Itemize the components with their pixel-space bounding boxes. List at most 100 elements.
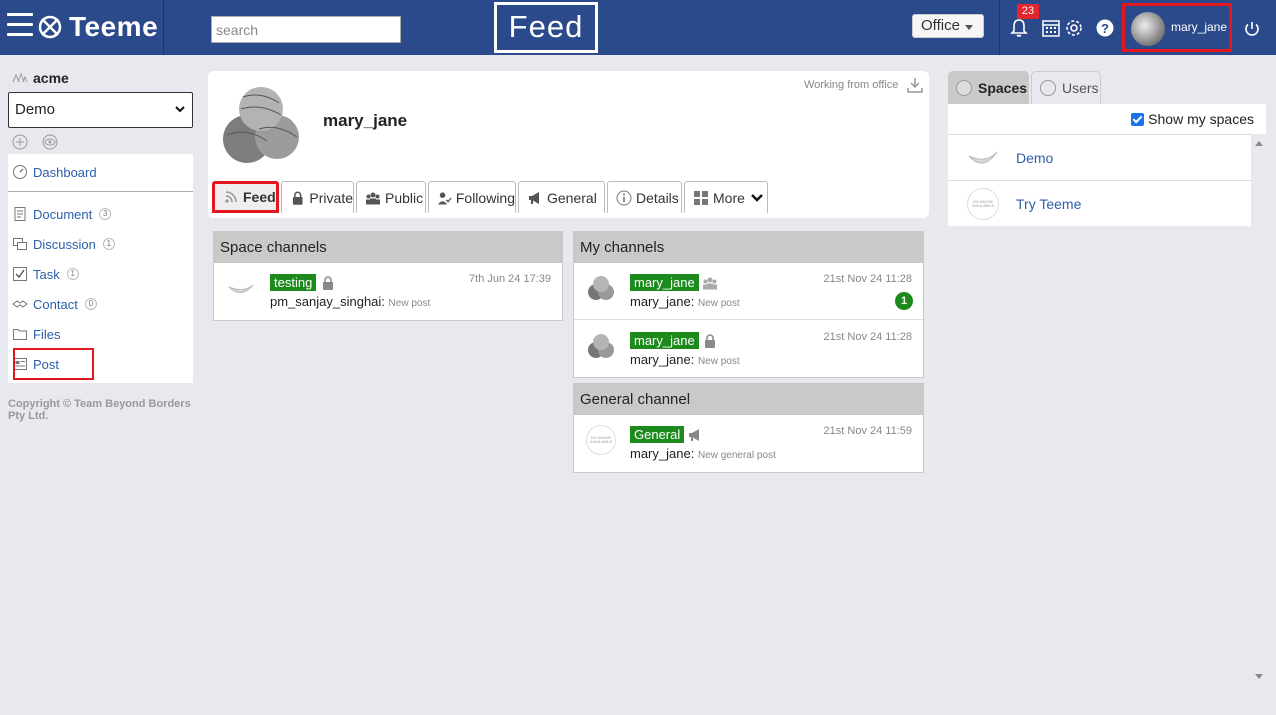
sidebar-item-document[interactable]: Document 3 [12, 203, 112, 225]
scroll-up-icon[interactable] [1255, 141, 1263, 146]
info-icon [616, 190, 632, 205]
sidebar-item-label: Files [33, 326, 61, 342]
tab-feed[interactable]: Feed [212, 181, 279, 213]
checkbox-checked-icon [1131, 112, 1145, 126]
calendar-icon[interactable] [1041, 18, 1061, 38]
profile-avatar[interactable] [215, 79, 307, 171]
item-count-badge: 1 [102, 238, 115, 250]
sidebar-item-contact[interactable]: Contact 0 [12, 293, 97, 315]
list-item[interactable]: NO IMAGE AVAILABLE Try Teeme [948, 180, 1251, 226]
channel-avatar [228, 284, 254, 293]
grid-icon [694, 190, 708, 205]
power-icon[interactable] [1243, 20, 1261, 38]
contact-icon [12, 300, 28, 308]
location-mode-select[interactable]: Office [912, 14, 984, 38]
hamburger-menu-icon[interactable] [7, 13, 33, 37]
post-author: mary_jane: New post [630, 294, 740, 309]
tab-label: More [713, 189, 745, 206]
scrollbar[interactable] [1252, 134, 1266, 684]
tab-general[interactable]: General [518, 181, 605, 213]
sidebar-item-files[interactable]: Files [12, 323, 60, 345]
timestamp: 7th Jun 24 17:39 [469, 273, 551, 285]
tab-more[interactable]: More [684, 181, 768, 213]
item-count-badge: 3 [99, 208, 112, 220]
view-icon[interactable] [41, 134, 59, 150]
discussion-icon [13, 238, 27, 250]
sidebar-item-label: Dashboard [33, 164, 97, 180]
sidebar-item-label: Discussion [33, 236, 96, 252]
work-status: Working from office [804, 79, 899, 91]
lock-icon [292, 191, 303, 205]
space-avatar [968, 151, 998, 163]
tab-details[interactable]: Details [607, 181, 682, 213]
post-author: mary_jane: New post [630, 352, 740, 367]
space-select[interactable]: Demo [8, 92, 193, 128]
search-input[interactable] [211, 16, 401, 43]
channel-tag: mary_jane [630, 274, 699, 291]
help-icon[interactable]: ? [1095, 18, 1115, 38]
spaces-list: Demo NO IMAGE AVAILABLE Try Teeme [948, 134, 1251, 226]
sidebar-item-label: Contact [33, 296, 78, 312]
post-note: New post [697, 298, 740, 309]
megaphone-icon [529, 191, 539, 204]
bell-icon[interactable] [1009, 18, 1029, 38]
tab-label: Private [309, 189, 353, 206]
space-name: Demo [1016, 149, 1054, 166]
tab-public[interactable]: Public [356, 181, 426, 213]
list-item[interactable]: Demo [948, 134, 1251, 180]
follow-icon [437, 191, 452, 205]
notification-count-badge: 23 [1017, 4, 1039, 19]
channel-row[interactable]: mary_jane mary_jane: New post 21st Nov 2… [574, 263, 923, 320]
divider [999, 0, 1000, 55]
timestamp: 21st Nov 24 11:28 [823, 331, 912, 343]
scroll-down-icon[interactable] [1255, 674, 1263, 679]
channel-row[interactable]: mary_jane mary_jane: New post 21st Nov 2… [574, 321, 923, 378]
sidebar-item-discussion[interactable]: Discussion 1 [12, 233, 115, 255]
app-logo[interactable]: Teeme [37, 11, 158, 43]
sidebar-item-task[interactable]: Task 1 [12, 263, 79, 285]
chevron-down-icon [965, 25, 973, 30]
sidebar-item-dashboard[interactable]: Dashboard [12, 161, 97, 183]
channel-tag: General [630, 426, 685, 443]
chevron-down-icon [175, 106, 185, 113]
tab-following[interactable]: Following [428, 181, 516, 213]
tab-label: Following [455, 189, 515, 206]
channel-row[interactable]: testing pm_sanjay_singhai: New post 7th … [214, 263, 562, 320]
author-name: mary_jane [630, 294, 691, 309]
post-author: pm_sanjay_singhai: New post [270, 294, 431, 309]
profile-card: mary_jane Working from office Feed Priva… [208, 71, 929, 218]
users-icon [366, 192, 380, 204]
tab-spaces[interactable]: Spaces [948, 71, 1029, 104]
general-channel-panel: General channel NO IMAGE AVAILABLE Gener… [573, 383, 924, 473]
author-name: mary_jane [630, 352, 691, 367]
tab-private[interactable]: Private [281, 181, 354, 213]
users-icon [703, 277, 717, 290]
download-icon[interactable] [906, 76, 924, 94]
timestamp: 21st Nov 24 11:28 [823, 273, 912, 285]
post-highlight-box [13, 348, 94, 380]
post-note: New general post [697, 450, 776, 461]
gear-icon[interactable] [1064, 18, 1084, 38]
lock-icon [323, 276, 333, 290]
avatar [1131, 12, 1165, 46]
item-count-badge: 1 [66, 268, 79, 280]
author-name: pm_sanjay_singhai [270, 294, 382, 309]
tab-label: Public [385, 189, 424, 206]
divider [163, 0, 164, 55]
svg-text:?: ? [1101, 21, 1109, 36]
rss-icon [225, 191, 237, 203]
no-image-avatar: NO IMAGE AVAILABLE [586, 425, 616, 455]
item-count-badge: 0 [84, 298, 97, 310]
top-bar: Teeme Feed Office 23 ? mary_jane [0, 0, 1276, 55]
show-my-spaces-checkbox[interactable]: Show my spaces [1131, 111, 1254, 127]
divider [8, 191, 193, 192]
add-space-icon[interactable] [12, 134, 28, 150]
channel-row[interactable]: NO IMAGE AVAILABLE General mary_jane: Ne… [574, 415, 923, 472]
user-menu-button[interactable]: mary_jane [1122, 3, 1232, 52]
megaphone-icon [689, 429, 699, 441]
sidebar-item-label: Task [33, 266, 60, 282]
tab-users[interactable]: Users [1031, 71, 1101, 104]
post-note: New post [697, 356, 740, 367]
user-icon [1040, 80, 1056, 96]
spaces-panel: Show my spaces Demo NO IMAGE AVAILABLE T… [948, 104, 1266, 684]
